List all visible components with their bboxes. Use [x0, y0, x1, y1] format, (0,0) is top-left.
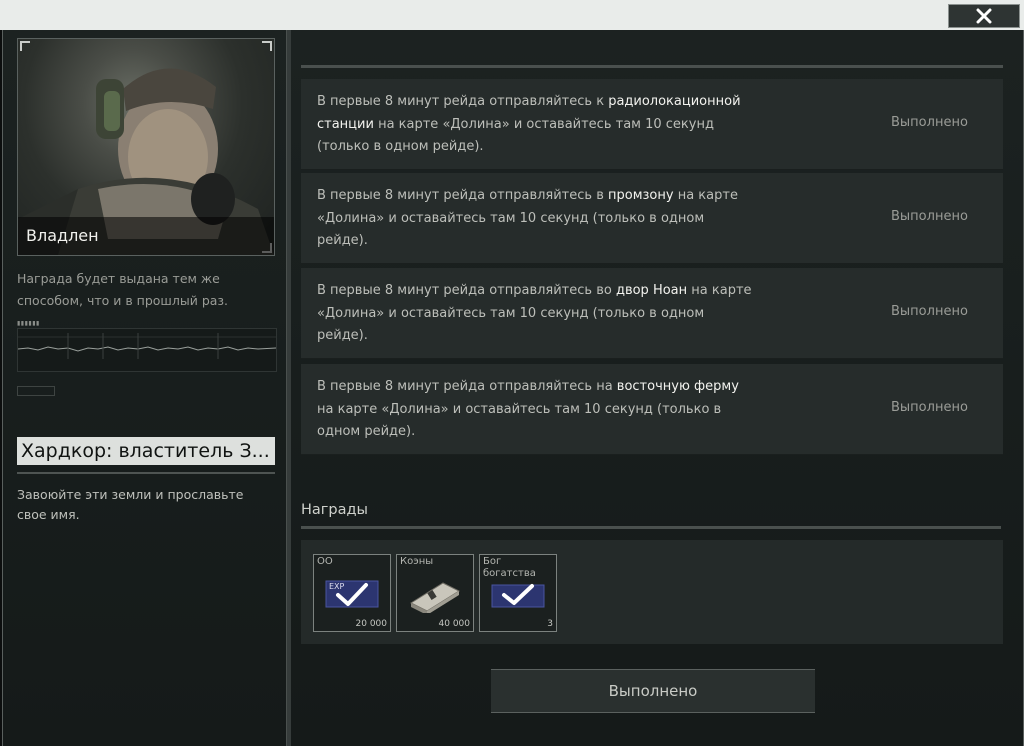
close-icon: [976, 8, 992, 24]
rewards-line: [301, 526, 1001, 529]
portrait-corner-tl: [20, 41, 30, 51]
rewards-label: Награды: [301, 502, 368, 518]
objective-status: Выполнено: [891, 115, 968, 130]
reward-note: Награда будет выдана тем же способом, чт…: [17, 271, 229, 308]
trader-name-bar: Владлен: [18, 217, 274, 255]
mini-graph-label: ▮▮▮▮▮▮: [17, 320, 40, 327]
objective-text-pre: В первые 8 минут рейда отправляйтесь к: [317, 94, 609, 109]
exp-card-icon: EXP: [324, 579, 380, 609]
reward-value: 40 000: [438, 619, 471, 629]
cash-stack-icon: [407, 579, 463, 615]
close-button[interactable]: [948, 4, 1020, 28]
objective-row: В первые 8 минут рейда отправляйтесь во …: [301, 268, 1003, 359]
objective-text-post: на карте «Долина» и оставайтесь там 10 с…: [317, 116, 714, 155]
objective-row: В первые 8 минут рейда отправляйтесь на …: [301, 364, 1003, 455]
reward-value: 20 000: [355, 619, 388, 629]
window-top-bar: [0, 0, 1024, 30]
objective-text-pre: В первые 8 минут рейда отправляйтесь в: [317, 188, 608, 203]
objective-location: двор Ноан: [615, 283, 688, 298]
rewards-panel: ОО EXP 20 000 Коэны 40 000 Бог богатства…: [301, 540, 1003, 644]
reward-item-exp[interactable]: ОО EXP 20 000: [313, 554, 391, 632]
objective-location: восточную ферму: [616, 379, 739, 394]
quest-title-underline: [17, 472, 275, 474]
reward-name: Бог богатства: [483, 556, 536, 579]
objective-row: В первые 8 минут рейда отправляйтесь в п…: [301, 173, 1003, 264]
objective-status: Выполнено: [891, 209, 968, 224]
mini-tag: [17, 386, 55, 396]
objectives-top-line: [301, 65, 1003, 68]
complete-button-label: Выполнено: [608, 682, 698, 700]
reward-name: Коэны: [400, 556, 434, 567]
objective-text: В первые 8 минут рейда отправляйтесь в п…: [317, 185, 757, 253]
quest-window: Владлен Награда будет выдана тем же спос…: [2, 30, 1024, 746]
portrait-corner-tr: [262, 41, 272, 51]
left-panel: Владлен Награда будет выдана тем же спос…: [3, 30, 285, 746]
objective-text-pre: В первые 8 минут рейда отправляйтесь на: [317, 379, 617, 394]
objective-text: В первые 8 минут рейда отправляйтесь на …: [317, 376, 757, 444]
mini-graph-line: [17, 333, 277, 359]
reward-value: 3: [547, 619, 553, 629]
reward-name: ОО: [317, 556, 333, 567]
quest-title[interactable]: Хардкор: властитель З...: [17, 437, 275, 465]
title-card-icon: [490, 583, 546, 613]
objective-text-post: на карте «Долина» и оставайтесь там 10 с…: [317, 401, 722, 440]
complete-button[interactable]: Выполнено: [491, 669, 815, 713]
objective-text: В первые 8 минут рейда отправляйтесь во …: [317, 280, 757, 348]
objective-status: Выполнено: [891, 400, 968, 415]
reward-item-title[interactable]: Бог богатства 3: [479, 554, 557, 632]
reward-item-coins[interactable]: Коэны 40 000: [396, 554, 474, 632]
trader-portrait: Владлен: [17, 38, 275, 256]
svg-text:EXP: EXP: [329, 582, 345, 591]
objective-text-pre: В первые 8 минут рейда отправляйтесь во: [317, 283, 616, 298]
objective-text: В первые 8 минут рейда отправляйтесь к р…: [317, 91, 757, 159]
trader-name: Владлен: [26, 226, 99, 245]
objective-status: Выполнено: [891, 304, 968, 319]
objective-row: В первые 8 минут рейда отправляйтесь к р…: [301, 79, 1003, 170]
objective-location: промзону: [608, 188, 674, 203]
quest-description: Завоюйте эти земли и прославьте свое имя…: [17, 487, 244, 522]
mini-graph: [17, 328, 277, 372]
panel-divider: [286, 30, 291, 746]
